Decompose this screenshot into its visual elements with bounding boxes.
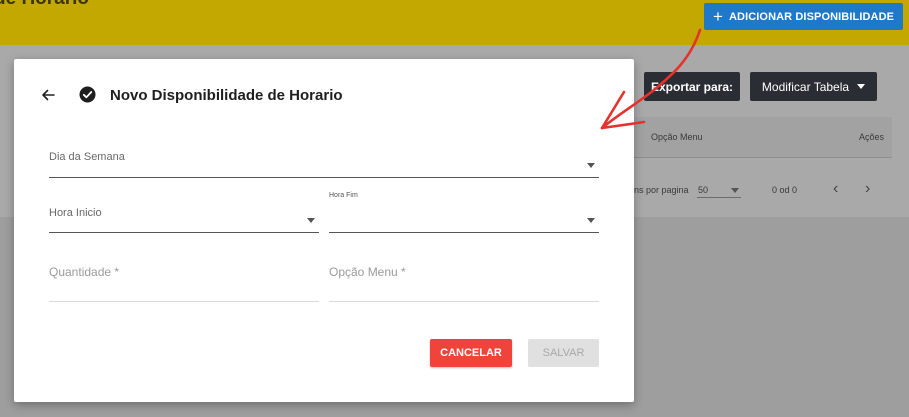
annotation-arrow xyxy=(600,28,702,130)
